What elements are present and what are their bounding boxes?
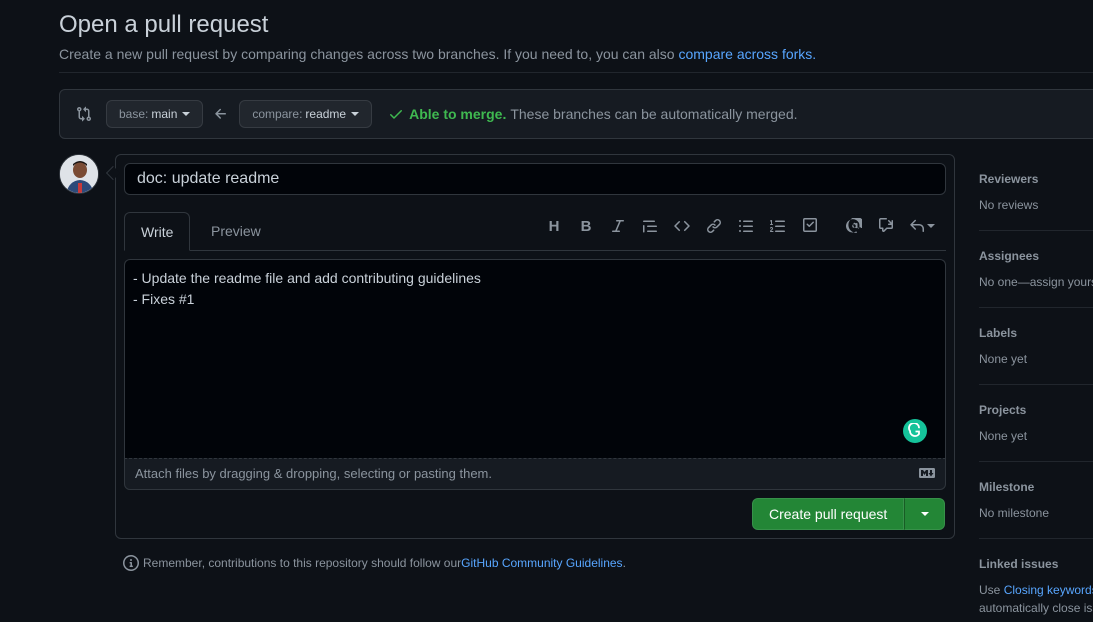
create-pr-options-dropdown[interactable]: [904, 498, 946, 530]
pr-body-textarea[interactable]: - Update the readme file and add contrib…: [124, 259, 946, 459]
quote-icon[interactable]: [640, 216, 660, 236]
body-line: - Update the readme file and add contrib…: [133, 270, 481, 286]
assignees-value: No one—assign yours: [979, 275, 1093, 289]
page-header: Open a pull request Create a new pull re…: [59, 10, 1093, 64]
linked-prefix: Use: [979, 583, 1004, 597]
avatar[interactable]: [59, 154, 99, 194]
italic-icon[interactable]: [608, 216, 628, 236]
closing-keywords-link[interactable]: Closing keywords: [1004, 583, 1093, 597]
milestone-heading[interactable]: Milestone: [979, 478, 1093, 496]
info-icon: [123, 555, 139, 571]
heading-icon[interactable]: H: [544, 216, 564, 236]
linked-issues-value: Use Closing keywords: [979, 581, 1093, 599]
saved-replies-icon[interactable]: [908, 216, 936, 236]
tab-preview[interactable]: Preview: [195, 212, 277, 251]
base-prefix: base:: [119, 107, 149, 121]
arrow-left-icon: [213, 106, 229, 122]
page-subtitle: Create a new pull request by comparing c…: [59, 44, 1093, 64]
task-list-icon[interactable]: [800, 216, 820, 236]
git-compare-icon[interactable]: [76, 106, 92, 122]
merge-detail: These branches can be automatically merg…: [510, 106, 798, 122]
linked-issues-heading: Linked issues: [979, 557, 1059, 571]
cross-reference-icon[interactable]: [876, 216, 896, 236]
labels-value: None yet: [979, 352, 1028, 366]
sidebar-labels: Labels None yet: [979, 324, 1093, 385]
mention-icon[interactable]: [844, 216, 864, 236]
merge-status: Able to merge.: [409, 106, 507, 122]
compare-prefix: compare:: [252, 107, 303, 121]
note-suffix: .: [622, 556, 626, 570]
numbered-list-icon[interactable]: [768, 216, 788, 236]
bold-icon[interactable]: B: [576, 216, 596, 236]
tab-write[interactable]: Write: [124, 212, 191, 251]
header-divider: [59, 72, 1093, 73]
grammarly-icon[interactable]: [903, 419, 927, 443]
pr-title-input[interactable]: [124, 163, 946, 195]
community-guidelines-link[interactable]: GitHub Community Guidelines: [461, 556, 622, 570]
projects-value: None yet: [979, 429, 1028, 443]
create-pull-request-button[interactable]: Create pull request: [752, 498, 905, 530]
create-pr-group: Create pull request: [752, 498, 946, 530]
attach-hint: Attach files by dragging & dropping, sel…: [135, 466, 492, 481]
subtitle-text: Create a new pull request by comparing c…: [59, 46, 679, 62]
compare-branch-select[interactable]: compare: readme: [239, 100, 373, 128]
note-text: Remember, contributions to this reposito…: [143, 556, 462, 570]
body-line: - Fixes #1: [133, 291, 195, 307]
labels-heading[interactable]: Labels: [979, 324, 1093, 342]
compare-across-forks-link[interactable]: compare across forks.: [678, 46, 816, 62]
page-title: Open a pull request: [59, 11, 269, 38]
milestone-value: No milestone: [979, 506, 1050, 520]
link-icon[interactable]: [704, 216, 724, 236]
reviewers-value: No reviews: [979, 198, 1039, 212]
code-icon[interactable]: [672, 216, 692, 236]
sidebar-milestone: Milestone No milestone: [979, 478, 1093, 539]
chevron-down-icon: [920, 512, 929, 516]
linked-issues-line2: automatically close iss: [979, 601, 1093, 615]
branch-compare-bar: base: main compare: readme Able to merge…: [59, 89, 1093, 139]
check-icon: [388, 106, 404, 122]
chevron-down-icon: [351, 112, 360, 116]
chevron-down-icon: [182, 112, 191, 116]
sidebar-assignees: Assignees No one—assign yours: [979, 247, 1093, 308]
pr-sidebar: Reviewers No reviews Assignees No one—as…: [979, 170, 1093, 622]
compare-branch-name: readme: [305, 107, 347, 121]
sidebar-projects: Projects None yet: [979, 401, 1093, 462]
sidebar-linked-issues: Linked issues Use Closing keywords autom…: [979, 555, 1093, 622]
markdown-icon[interactable]: [919, 468, 935, 478]
attach-files-bar[interactable]: Attach files by dragging & dropping, sel…: [124, 458, 946, 490]
chevron-down-icon: [927, 224, 935, 228]
projects-heading[interactable]: Projects: [979, 401, 1093, 419]
base-branch-select[interactable]: base: main: [106, 100, 204, 128]
reviewers-heading[interactable]: Reviewers: [979, 170, 1093, 188]
avatar-image: [60, 155, 98, 193]
markdown-toolbar: H B: [544, 216, 948, 236]
base-branch-name: main: [151, 107, 178, 121]
assignees-heading[interactable]: Assignees: [979, 247, 1093, 265]
bulleted-list-icon[interactable]: [736, 216, 756, 236]
sidebar-reviewers: Reviewers No reviews: [979, 170, 1093, 231]
contribution-note: Remember, contributions to this reposito…: [123, 555, 626, 571]
